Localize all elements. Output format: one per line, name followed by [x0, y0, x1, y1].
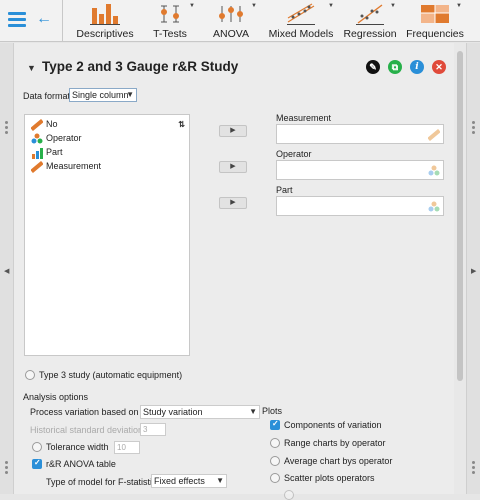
regression-icon — [356, 4, 384, 25]
expand-right-icon[interactable]: ▶ — [471, 267, 476, 275]
nominal-people-icon — [428, 165, 440, 176]
historical-sd-input[interactable]: 3 — [140, 423, 166, 436]
regression-button[interactable]: ▼ Regression — [342, 0, 398, 42]
analysis-options-panel: ▼ Type 2 and 3 Gauge r&R Study ✎ ⧉ i ✕ D… — [14, 43, 454, 500]
measurement-target-box[interactable] — [276, 124, 444, 144]
measurement-target-label: Measurement — [276, 113, 332, 123]
mixed-models-button[interactable]: ▼ Mixed Models — [268, 0, 334, 42]
anova-table-checkbox[interactable] — [32, 458, 42, 469]
analysis-title: Type 2 and 3 Gauge r&R Study — [42, 59, 239, 74]
chevron-down-icon: ▼ — [251, 3, 257, 9]
components-of-variation-label: Components of variation — [284, 420, 382, 430]
process-variation-select[interactable]: Study variation ▼ — [140, 405, 260, 419]
historical-sd-label: Historical standard deviation: — [30, 425, 146, 435]
part-target-box[interactable] — [276, 196, 444, 216]
assign-part-button[interactable]: ▶ — [219, 197, 247, 209]
scrollbar-thumb[interactable] — [457, 51, 463, 381]
duplicate-icon[interactable]: ⧉ — [388, 60, 402, 74]
model-type-value: Fixed effects — [154, 476, 205, 486]
type3-label: Type 3 study (automatic equipment) — [39, 370, 183, 380]
chevron-down-icon: ▼ — [328, 3, 334, 9]
anova-label: ANOVA — [213, 28, 249, 40]
components-of-variation-checkbox[interactable] — [270, 419, 280, 430]
chevron-down-icon: ▼ — [216, 476, 224, 485]
average-chart-label: Average chart bys operator — [284, 456, 393, 466]
anova-button[interactable]: ▼ ANOVA — [208, 0, 257, 42]
descriptives-label: Descriptives — [76, 28, 134, 40]
range-charts-label: Range charts by operator — [284, 438, 386, 448]
data-format-select[interactable]: Single column ▼ — [69, 88, 137, 102]
chevron-down-icon: ▼ — [249, 407, 257, 416]
bar-chart-icon — [90, 4, 120, 25]
operator-target-box[interactable] — [276, 160, 444, 180]
nominal-people-icon — [31, 133, 43, 144]
right-resize-gutter[interactable]: ▶ — [466, 43, 480, 494]
chevron-down-icon: ▼ — [390, 3, 396, 9]
variable-name: Measurement — [46, 161, 102, 171]
assign-measurement-button[interactable]: ▶ — [219, 125, 247, 137]
variable-name: Part — [46, 147, 63, 157]
drag-handle-icon[interactable] — [5, 461, 9, 476]
panel-scrollbar[interactable] — [454, 43, 466, 494]
ribbon-toolbar: ← Descriptives ▼ T-Tests ▼ ANOVA ▼ Mixed… — [0, 0, 480, 42]
analysis-options-heading: Analysis options — [23, 392, 89, 402]
back-arrow-icon[interactable]: ← — [36, 10, 52, 28]
t-tests-label: T-Tests — [153, 28, 187, 40]
nominal-people-icon — [428, 201, 440, 212]
collapse-triangle-icon[interactable]: ▼ — [27, 63, 36, 73]
plots-heading: Plots — [262, 406, 283, 416]
left-resize-gutter[interactable]: ◀ — [0, 43, 14, 494]
model-type-label: Type of model for F-statistic — [46, 477, 157, 487]
tolerance-width-input[interactable]: 10 — [114, 441, 140, 454]
variable-name: No — [46, 119, 58, 129]
model-type-select[interactable]: Fixed effects ▼ — [151, 474, 227, 488]
part-target-label: Part — [276, 185, 293, 195]
operator-target-label: Operator — [276, 149, 312, 159]
t-test-icon — [161, 5, 179, 23]
frequencies-icon — [421, 5, 449, 23]
average-chart-checkbox[interactable] — [270, 456, 280, 466]
scatter-plots-checkbox[interactable] — [270, 473, 280, 483]
collapse-left-icon[interactable]: ◀ — [4, 267, 9, 275]
sort-az-icon[interactable]: ⇅ — [178, 120, 185, 129]
range-charts-checkbox[interactable] — [270, 438, 280, 448]
chevron-down-icon: ▼ — [189, 3, 195, 9]
type3-checkbox[interactable] — [25, 370, 35, 380]
tolerance-width-label: Tolerance width — [46, 442, 109, 452]
hamburger-menu-icon[interactable] — [8, 12, 26, 28]
scatter-plots-label: Scatter plots operators — [284, 473, 375, 483]
data-format-label: Data format — [23, 91, 71, 101]
tolerance-width-checkbox[interactable] — [32, 442, 42, 452]
descriptives-button[interactable]: Descriptives — [72, 0, 138, 42]
variable-list[interactable]: ⇅ No Operator Part Measurement — [24, 114, 190, 356]
anova-icon — [219, 6, 243, 22]
process-variation-label: Process variation based on — [30, 407, 139, 417]
toolbar-divider — [62, 0, 63, 42]
regression-label: Regression — [343, 28, 397, 40]
scatter-sub-checkbox[interactable] — [284, 490, 294, 500]
scatter-lines-icon — [287, 3, 315, 25]
frequencies-label: Frequencies — [406, 28, 464, 40]
scale-ruler-icon — [428, 129, 440, 141]
anova-table-label: r&R ANOVA table — [46, 459, 116, 469]
variable-name: Operator — [46, 133, 82, 143]
drag-handle-icon[interactable] — [472, 121, 476, 136]
mixed-models-label: Mixed Models — [268, 28, 334, 40]
chevron-down-icon: ▼ — [456, 3, 462, 9]
scale-ruler-icon — [31, 161, 43, 173]
chevron-down-icon: ▼ — [126, 90, 134, 99]
frequencies-button[interactable]: ▼ Frequencies — [406, 0, 464, 42]
process-variation-value: Study variation — [143, 407, 203, 417]
close-icon[interactable]: ✕ — [432, 60, 446, 74]
ordinal-bars-icon — [32, 148, 43, 159]
drag-handle-icon[interactable] — [472, 461, 476, 476]
edit-pencil-icon[interactable]: ✎ — [366, 60, 380, 74]
scale-ruler-icon — [31, 119, 43, 131]
data-format-value: Single column — [72, 90, 129, 100]
drag-handle-icon[interactable] — [5, 121, 9, 136]
assign-operator-button[interactable]: ▶ — [219, 161, 247, 173]
info-icon[interactable]: i — [410, 60, 424, 74]
t-tests-button[interactable]: ▼ T-Tests — [148, 0, 195, 42]
